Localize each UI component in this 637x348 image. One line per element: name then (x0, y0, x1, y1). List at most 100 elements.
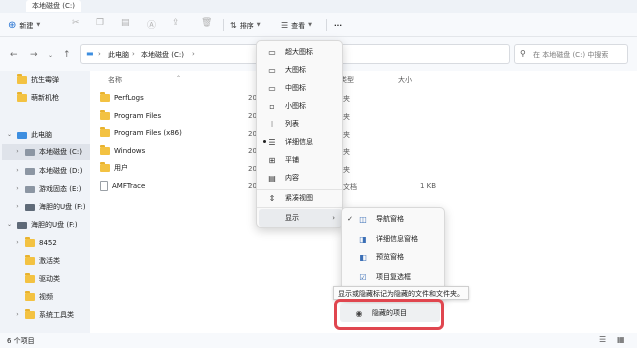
pc-icon: ▬ (86, 49, 94, 58)
menu-item-show[interactable]: 显示 › (259, 209, 342, 227)
tiles-icon: ⊞ (268, 155, 276, 165)
new-plus-icon: ⊕ (8, 19, 17, 31)
view-button[interactable]: ☰ 查看 ▼ (281, 19, 312, 32)
copy-icon[interactable]: ❐ (96, 18, 104, 28)
sidebar-item[interactable]: 视频 (14, 289, 53, 305)
drive-icon (25, 148, 35, 156)
file-row[interactable]: PerfLogs (100, 90, 144, 106)
folder-icon (25, 255, 35, 265)
menu-item-list[interactable]: ⁝ 列表 (259, 115, 342, 133)
sidebar-item-drive-e[interactable]: › 游戏固态 (E:) (14, 181, 81, 197)
share-icon[interactable]: ⇪ (172, 18, 180, 28)
sidebar-item[interactable]: 萌新机枪 (6, 90, 59, 106)
file-type: 夹 (343, 113, 350, 121)
monitor-icon: ▭ (268, 83, 276, 93)
sidebar-item[interactable]: › 8452 (14, 235, 57, 251)
checkmark-icon: ✓ (347, 215, 353, 223)
column-header-size[interactable]: 大小 (398, 75, 412, 85)
file-type: 夹 (343, 148, 350, 156)
search-box[interactable]: ⚲ 在 本地磁盘 (C:) 中搜索 (514, 44, 628, 64)
details-view-icon[interactable]: ☰ (599, 335, 606, 344)
drive-icon (25, 167, 35, 175)
sidebar-item-label: 海胆的U盘 (F:) (39, 203, 86, 211)
text-file-icon (100, 181, 108, 191)
chevron-right-icon[interactable]: › (14, 204, 21, 210)
paste-icon[interactable]: ▤ (121, 18, 130, 28)
more-options-button[interactable]: ··· (334, 19, 342, 32)
sidebar-item-label: 游戏固态 (E:) (39, 185, 82, 193)
tiles-view-icon[interactable]: ▦ (617, 335, 625, 344)
menu-item-label: 详细信息窗格 (376, 235, 418, 243)
menu-item-content[interactable]: ▤ 内容 (259, 169, 342, 187)
up-arrow-icon[interactable]: ↑ (63, 50, 71, 60)
menu-item-medium-icons[interactable]: ▭ 中图标 (259, 79, 342, 97)
sidebar-item-label: 海胆的U盘 (F:) (31, 221, 78, 229)
file-row[interactable]: 用户 (100, 160, 128, 176)
menu-item-navigation-pane[interactable]: ✓ ◫ 导航窗格 (344, 210, 444, 228)
sort-icon: ⇅ (230, 20, 237, 30)
file-name: AMFTrace (112, 182, 146, 190)
back-arrow-icon[interactable]: ← (10, 50, 18, 60)
sidebar-item[interactable]: 激活类 (14, 253, 60, 269)
chevron-right-icon[interactable]: › (14, 240, 21, 246)
folder-icon (100, 92, 110, 102)
breadcrumb-drive-c[interactable]: 本地磁盘 (C:) (141, 50, 184, 60)
column-header-name[interactable]: 名称 (108, 75, 122, 85)
file-row[interactable]: Windows (100, 143, 145, 159)
menu-item-item-checkboxes[interactable]: ☑ 项目复选框 (344, 268, 444, 286)
chevron-right-icon[interactable]: › (14, 186, 21, 192)
sidebar-item-usb-f[interactable]: ⌄ 海胆的U盘 (F:) (6, 217, 78, 233)
forward-arrow-icon[interactable]: → (30, 50, 38, 60)
file-row[interactable]: Program Files (x86) (100, 125, 182, 141)
selected-bullet-icon (263, 140, 266, 143)
window-tab-title[interactable]: 本地磁盘 (C:) (26, 0, 81, 12)
menu-item-label: 中图标 (285, 84, 306, 92)
chevron-down-icon[interactable]: ⌄ (6, 222, 13, 228)
folder-icon (100, 110, 110, 120)
menu-item-tiles[interactable]: ⊞ 平铺 (259, 151, 342, 169)
file-name: Program Files (x86) (114, 129, 182, 137)
menu-item-details-pane[interactable]: ◨ 详细信息窗格 (344, 230, 444, 248)
breadcrumb-separator-icon: › (192, 50, 195, 58)
navigation-pane-icon: ◫ (359, 214, 367, 224)
sort-button[interactable]: ⇅ 排序 ▼ (230, 19, 261, 32)
sidebar-item[interactable]: 抗生霉弹 (6, 72, 59, 88)
content-icon: ▤ (268, 173, 276, 183)
chevron-down-icon: ▼ (36, 22, 41, 28)
file-row[interactable]: Program Files (100, 108, 161, 124)
rename-icon[interactable]: Ⓐ (147, 18, 156, 31)
folder-icon (25, 291, 35, 301)
sidebar-item-label: 本地磁盘 (C:) (39, 148, 82, 156)
menu-item-compact-view[interactable]: ⇕ 紧凑视图 (259, 189, 342, 207)
breadcrumb-this-pc[interactable]: 此电脑 (108, 50, 129, 60)
menu-item-preview-pane[interactable]: ◧ 预览窗格 (344, 248, 444, 266)
menu-item-extra-large-icons[interactable]: ▭ 超大图标 (259, 43, 342, 61)
sidebar-item-drive-d[interactable]: › 本地磁盘 (D:) (14, 163, 82, 179)
chevron-right-icon[interactable]: › (14, 312, 21, 318)
sidebar-item[interactable]: › 系统工具类 (14, 307, 74, 323)
menu-item-small-icons[interactable]: ▫ 小图标 (259, 97, 342, 115)
highlight-box (334, 299, 444, 330)
menu-item-details[interactable]: ☰ 详细信息 (259, 133, 342, 151)
checkbox-icon: ☑ (359, 272, 367, 282)
file-row[interactable]: AMFTrace (100, 178, 145, 194)
chevron-down-icon[interactable]: ⌄ (6, 132, 13, 138)
sidebar-item-this-pc[interactable]: ⌄ 此电脑 (6, 127, 52, 143)
chevron-right-icon[interactable]: › (14, 149, 21, 155)
sidebar-item-drive-f[interactable]: › 海胆的U盘 (F:) (14, 199, 86, 215)
sidebar-item[interactable]: 驱动类 (14, 271, 60, 287)
sidebar-item-drive-c[interactable]: › 本地磁盘 (C:) (2, 144, 90, 160)
menu-item-large-icons[interactable]: ▭ 大图标 (259, 61, 342, 79)
chevron-right-icon[interactable]: › (14, 168, 21, 174)
cut-icon[interactable]: ✂ (72, 18, 80, 28)
delete-icon[interactable]: 🗑 (201, 18, 212, 28)
new-button[interactable]: ⊕ 新建 ▼ (8, 19, 40, 32)
folder-icon (100, 162, 110, 172)
recent-locations-chevron-icon[interactable]: ⌄ (48, 52, 53, 59)
folder-icon (100, 127, 110, 137)
list-icon: ⁝ (270, 119, 274, 129)
file-type: 文档 (343, 183, 357, 191)
usb-drive-icon (17, 221, 27, 229)
file-type: 夹 (343, 131, 350, 139)
view-menu: ▭ 超大图标 ▭ 大图标 ▭ 中图标 ▫ 小图标 ⁝ 列表 ☰ 详细信息 ⊞ 平… (256, 40, 343, 228)
